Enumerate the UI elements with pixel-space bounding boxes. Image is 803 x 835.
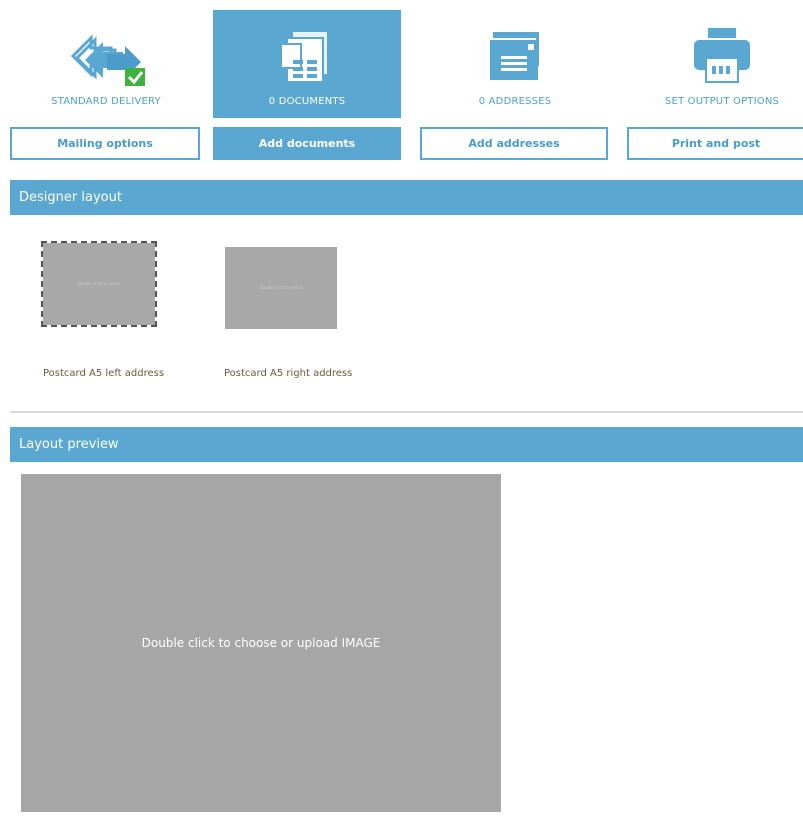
envelopes-stack-icon — [421, 24, 609, 90]
template-label-right-address: Postcard A5 right address — [224, 368, 353, 379]
documents-stack-icon — [213, 24, 401, 90]
workflow-steps: STANDARD DELIVERY 0 DOCUMENTS 0 ADDRESSE… — [0, 0, 803, 170]
add-addresses-button[interactable]: Add addresses — [420, 127, 608, 160]
template-label-left-address: Postcard A5 left address — [43, 368, 165, 379]
step-addresses[interactable]: 0 ADDRESSES — [421, 10, 609, 118]
step-label: SET OUTPUT OPTIONS — [664, 96, 780, 107]
designer-layout-header: Designer layout — [10, 180, 803, 215]
delivery-arrow-check-icon — [12, 24, 200, 90]
print-and-post-button[interactable]: Print and post — [627, 127, 803, 160]
template-postcard-right-address[interactable]: Double click to select — [225, 247, 337, 329]
step-label: 0 DOCUMENTS — [268, 96, 346, 107]
section-divider — [10, 411, 803, 413]
add-documents-button[interactable]: Add documents — [213, 127, 401, 160]
layout-preview-header: Layout preview — [10, 427, 803, 462]
step-documents[interactable]: 0 DOCUMENTS — [213, 10, 401, 118]
step-standard-delivery[interactable]: STANDARD DELIVERY — [12, 10, 200, 118]
image-upload-area[interactable]: Double click to choose or upload IMAGE — [21, 474, 501, 812]
template-postcard-left-address[interactable]: Double click to select — [41, 241, 157, 327]
mailing-options-button[interactable]: Mailing options — [10, 127, 200, 160]
step-output-options[interactable]: SET OUTPUT OPTIONS — [628, 10, 803, 118]
step-label: STANDARD DELIVERY — [51, 96, 161, 107]
printer-icon — [628, 24, 803, 90]
step-label: 0 ADDRESSES — [478, 96, 552, 107]
